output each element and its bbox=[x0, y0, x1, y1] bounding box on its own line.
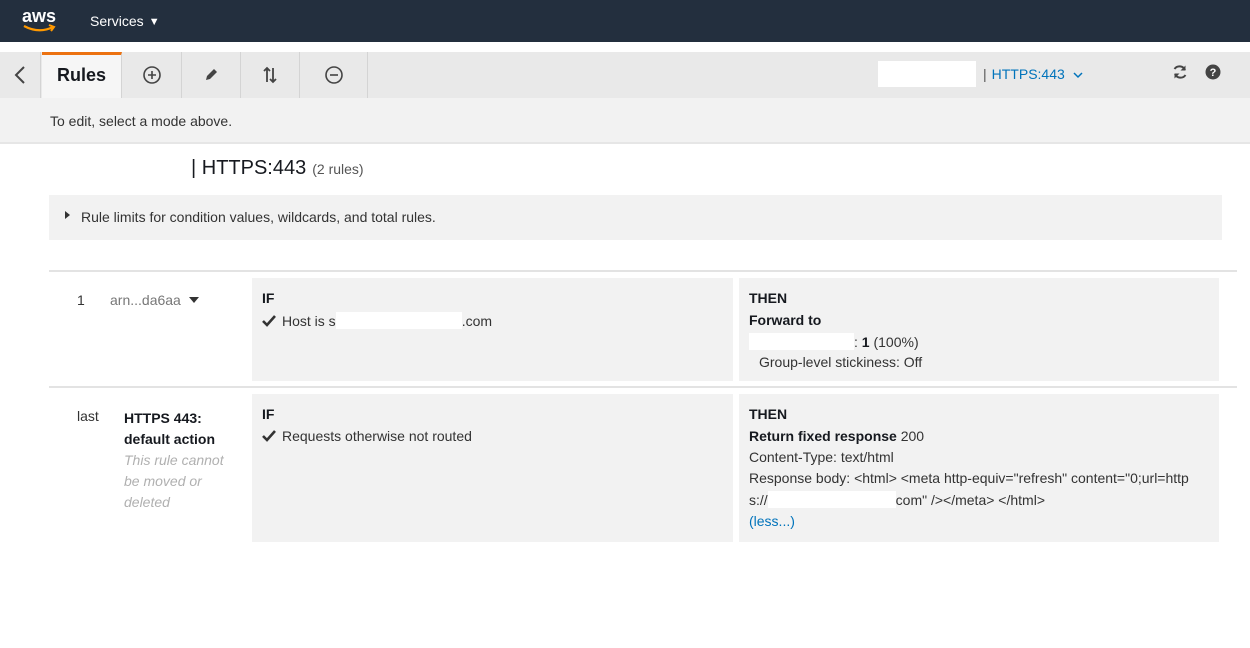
default-condition-text: Requests otherwise not routed bbox=[282, 428, 472, 444]
divider bbox=[49, 270, 1237, 272]
listener-separator: | bbox=[983, 66, 987, 82]
page-title: | HTTPS:443 (2 rules) bbox=[191, 157, 364, 180]
target-group-weight: : 1 (100%) bbox=[749, 333, 919, 350]
services-label: Services bbox=[90, 13, 144, 29]
if-label: IF bbox=[262, 290, 275, 306]
rule-default-if-cell: IF Requests otherwise not routed bbox=[252, 394, 733, 542]
top-nav: aws Services ▼ bbox=[0, 0, 1250, 42]
edit-icon bbox=[206, 69, 217, 80]
listener-label: HTTPS:443 bbox=[991, 66, 1065, 82]
stickiness: Group-level stickiness: Off bbox=[759, 354, 923, 370]
rules-toolbar: Rules | HTTPS:443 ? bbox=[0, 52, 1250, 99]
rule-count: (2 rules) bbox=[312, 161, 364, 177]
aws-logo[interactable]: aws bbox=[22, 6, 56, 36]
checkmark-icon bbox=[262, 315, 276, 327]
rule-1-then-cell: THEN Forward to : 1 (100%) Group-level s… bbox=[739, 278, 1219, 381]
rule-arn: arn...da6aa bbox=[110, 292, 181, 308]
default-action-note: This rule cannot be moved or deleted bbox=[124, 452, 224, 510]
fixed-response-status: 200 bbox=[900, 428, 925, 444]
content-type: Content-Type: text/html bbox=[749, 449, 894, 465]
svg-text:?: ? bbox=[1210, 67, 1217, 79]
caret-right-icon bbox=[65, 211, 70, 219]
redacted-host bbox=[335, 312, 462, 329]
response-body-prefix: s:// bbox=[749, 492, 768, 508]
remove-icon bbox=[324, 66, 343, 84]
reorder-rules-button[interactable] bbox=[241, 52, 300, 98]
rule-1-if-cell: IF Host is s .com bbox=[252, 278, 733, 381]
rule-limits-text: Rule limits for condition values, wildca… bbox=[81, 209, 436, 225]
redacted-target-group bbox=[749, 333, 854, 350]
host-condition-prefix: Host is s bbox=[282, 313, 336, 329]
delete-rules-button[interactable] bbox=[300, 52, 368, 98]
rule-number: 1 bbox=[77, 292, 85, 308]
services-menu[interactable]: Services ▼ bbox=[90, 13, 160, 29]
add-rule-button[interactable] bbox=[123, 52, 182, 98]
default-condition: Requests otherwise not routed bbox=[262, 428, 472, 444]
help-icon: ? bbox=[1205, 64, 1221, 80]
divider bbox=[49, 386, 1237, 388]
fixed-response-action: Return fixed response 200 bbox=[749, 428, 924, 444]
chevron-down-icon: ▼ bbox=[148, 16, 160, 28]
reorder-icon bbox=[263, 66, 277, 84]
target-weight: 1 bbox=[861, 334, 870, 350]
back-button[interactable] bbox=[0, 52, 41, 98]
host-condition-suffix: .com bbox=[461, 313, 493, 329]
less-link[interactable]: (less...) bbox=[749, 513, 795, 529]
redacted-url bbox=[767, 491, 896, 508]
add-icon bbox=[143, 66, 161, 84]
checkmark-icon bbox=[262, 430, 276, 442]
rule-default-then-cell: THEN Return fixed response 200 Content-T… bbox=[739, 394, 1219, 542]
load-balancer-name bbox=[878, 61, 976, 87]
target-percent: (100%) bbox=[873, 334, 919, 350]
response-body-line-2: s:// com" /></meta> </html> bbox=[749, 491, 1045, 508]
target-separator: : bbox=[854, 334, 858, 350]
caret-down-icon bbox=[188, 297, 199, 303]
forward-action: Forward to bbox=[749, 312, 822, 328]
refresh-icon bbox=[1173, 65, 1187, 79]
listener-selector[interactable]: | HTTPS:443 bbox=[983, 66, 1083, 82]
rule-limits-expander[interactable]: Rule limits for condition values, wildca… bbox=[49, 195, 1222, 240]
rule-number: last bbox=[77, 408, 99, 424]
refresh-button[interactable] bbox=[1172, 64, 1188, 83]
mode-hint-bar: To edit, select a mode above. bbox=[0, 98, 1250, 144]
help-button[interactable]: ? bbox=[1205, 64, 1221, 83]
listener-title: | HTTPS:443 bbox=[191, 157, 307, 179]
response-body-line-1: Response body: <html> <meta http-equiv="… bbox=[749, 470, 1189, 486]
if-label: IF bbox=[262, 406, 275, 422]
response-body-suffix: com" /></meta> </html> bbox=[895, 492, 1045, 508]
back-icon bbox=[14, 66, 25, 84]
then-label: THEN bbox=[749, 290, 788, 306]
edit-rules-button[interactable] bbox=[182, 52, 241, 98]
host-condition: Host is s .com bbox=[262, 312, 492, 329]
aws-smile-icon bbox=[23, 24, 56, 32]
then-label: THEN bbox=[749, 406, 788, 422]
mode-hint: To edit, select a mode above. bbox=[50, 113, 233, 129]
rule-arn-dropdown[interactable]: arn...da6aa bbox=[110, 292, 199, 308]
chevron-down-icon bbox=[1073, 72, 1083, 79]
default-action-title: HTTPS 443: default action bbox=[124, 410, 216, 447]
fixed-response-label: Return fixed response bbox=[749, 428, 897, 444]
tab-rules[interactable]: Rules bbox=[42, 52, 122, 98]
